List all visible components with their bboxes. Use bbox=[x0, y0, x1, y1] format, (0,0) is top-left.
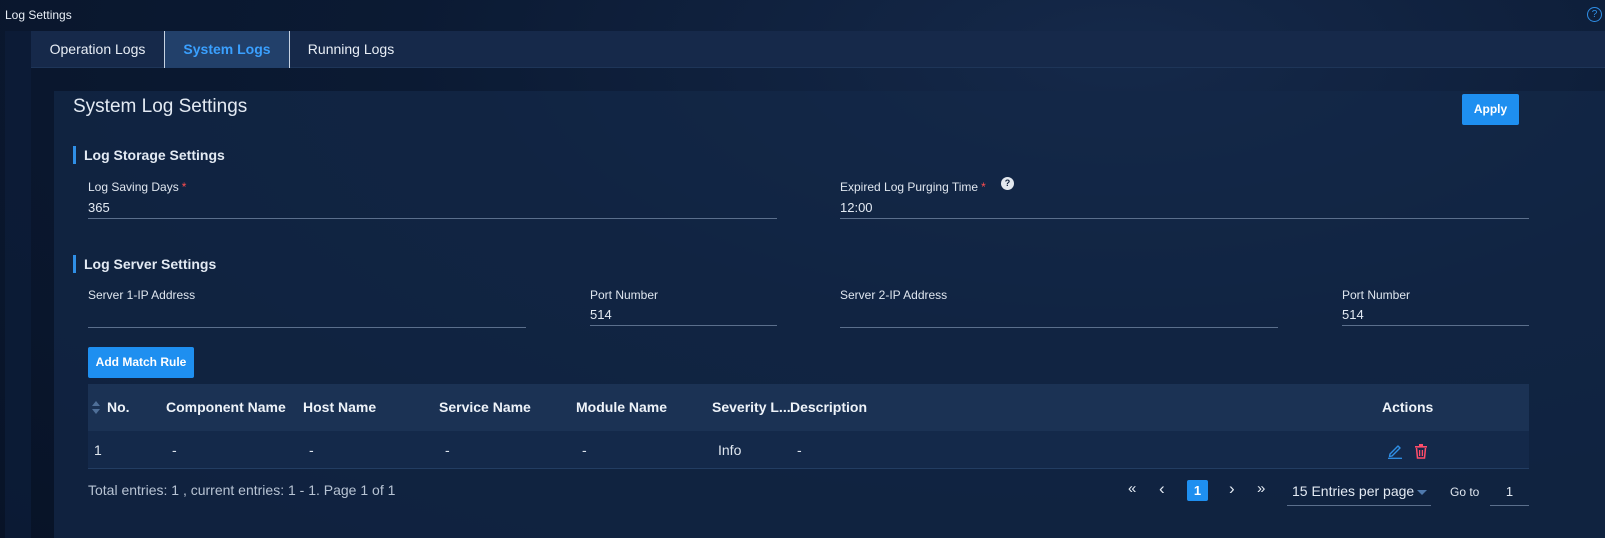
server1-ip-input[interactable] bbox=[88, 306, 526, 328]
tab-operation-logs[interactable]: Operation Logs bbox=[31, 31, 164, 68]
first-page-button[interactable]: « bbox=[1128, 480, 1136, 497]
goto-page-input[interactable]: 1 bbox=[1490, 480, 1529, 506]
purging-time-label-text: Expired Log Purging Time bbox=[840, 180, 979, 194]
saving-days-label: Log Saving Days * bbox=[88, 180, 186, 194]
trash-icon[interactable] bbox=[1413, 443, 1429, 459]
chevron-down-icon bbox=[1417, 490, 1427, 495]
page-title: System Log Settings bbox=[73, 96, 248, 117]
title-bar: Log Settings ? bbox=[0, 0, 1605, 31]
apply-button[interactable]: Apply bbox=[1462, 94, 1519, 125]
col-component-name: Component Name bbox=[166, 399, 286, 415]
prev-page-button[interactable]: ‹ bbox=[1159, 479, 1165, 499]
server2-port-label: Port Number bbox=[1342, 288, 1411, 302]
cell-service: - bbox=[445, 442, 450, 458]
table-header: No. Component Name Host Name Service Nam… bbox=[88, 384, 1529, 431]
server2-port-input[interactable]: 514 bbox=[1342, 304, 1529, 326]
cell-severity: Info bbox=[718, 442, 742, 458]
help-circle-icon[interactable]: ? bbox=[1001, 177, 1014, 190]
add-match-rule-button[interactable]: Add Match Rule bbox=[88, 347, 194, 378]
server1-port-label: Port Number bbox=[590, 288, 659, 302]
server2-ip-input[interactable] bbox=[840, 306, 1278, 328]
col-severity-level: Severity L... bbox=[712, 399, 791, 415]
page-button-current[interactable]: 1 bbox=[1187, 480, 1208, 501]
col-description: Description bbox=[790, 399, 868, 415]
help-icon[interactable]: ? bbox=[1587, 7, 1602, 22]
purging-time-input[interactable]: 12:00 bbox=[840, 197, 1529, 219]
left-strip bbox=[5, 31, 31, 538]
edit-pencil-icon[interactable] bbox=[1387, 443, 1403, 459]
col-no[interactable]: No. bbox=[107, 384, 130, 431]
tab-running-logs[interactable]: Running Logs bbox=[290, 31, 412, 68]
cell-component: - bbox=[172, 442, 177, 458]
required-mark: * bbox=[181, 180, 187, 194]
server1-ip-label: Server 1-IP Address bbox=[88, 288, 196, 302]
col-actions: Actions bbox=[1382, 399, 1434, 415]
table-row: 1 - - - - Info - bbox=[88, 431, 1529, 469]
tab-system-logs[interactable]: System Logs bbox=[164, 31, 290, 68]
tab-bar: Operation Logs System Logs Running Logs bbox=[31, 31, 1605, 68]
col-host-name: Host Name bbox=[303, 399, 377, 415]
goto-label: Go to bbox=[1450, 485, 1480, 499]
server2-ip-label: Server 2-IP Address bbox=[840, 288, 948, 302]
next-page-button[interactable]: › bbox=[1229, 479, 1235, 499]
entries-per-page-select[interactable]: 15 Entries per page bbox=[1287, 480, 1431, 506]
required-mark: * bbox=[981, 180, 986, 194]
storage-section-heading: Log Storage Settings bbox=[73, 146, 225, 164]
saving-days-input[interactable]: 365 bbox=[88, 197, 777, 219]
col-module-name: Module Name bbox=[576, 399, 668, 415]
server1-port-input[interactable]: 514 bbox=[590, 304, 777, 326]
saving-days-label-text: Log Saving Days bbox=[88, 180, 179, 194]
window-title: Log Settings bbox=[5, 8, 72, 22]
sort-icon[interactable] bbox=[92, 401, 100, 414]
cell-module: - bbox=[582, 442, 587, 458]
last-page-button[interactable]: » bbox=[1257, 480, 1265, 497]
col-service-name: Service Name bbox=[439, 399, 531, 415]
server-section-heading: Log Server Settings bbox=[73, 255, 216, 273]
purging-time-label: Expired Log Purging Time * bbox=[840, 180, 986, 194]
table-summary: Total entries: 1 , current entries: 1 - … bbox=[88, 482, 396, 498]
cell-description: - bbox=[797, 442, 802, 458]
cell-host: - bbox=[309, 442, 314, 458]
cell-no: 1 bbox=[94, 442, 102, 458]
entries-per-page-value: 15 Entries per page bbox=[1292, 483, 1415, 499]
